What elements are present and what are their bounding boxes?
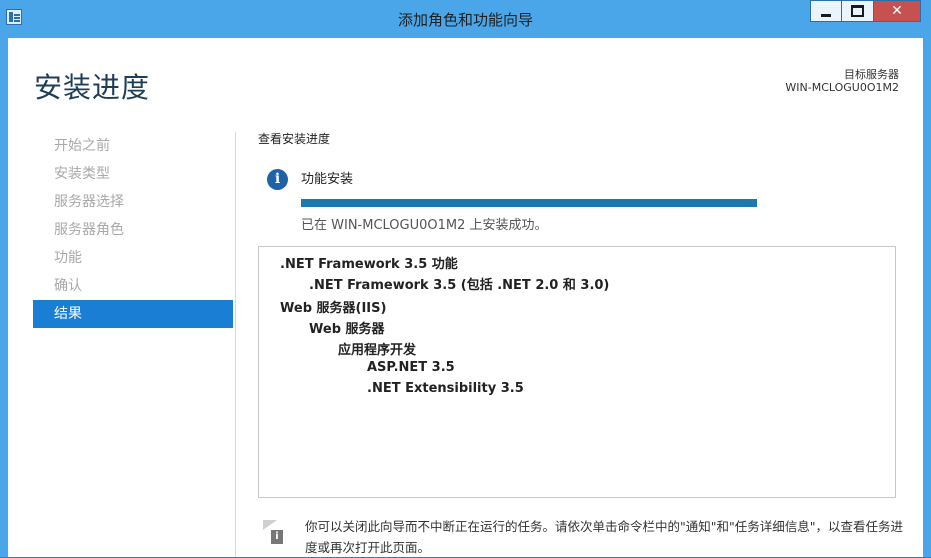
nav-item-installation-type[interactable]: 安装类型 <box>33 160 233 188</box>
nav-item-confirmation[interactable]: 确认 <box>33 272 233 300</box>
feature-installation-label: 功能安装 <box>301 172 354 187</box>
close-icon: ✕ <box>891 3 903 19</box>
minimize-icon <box>821 13 831 17</box>
note-flag-shape <box>263 520 277 530</box>
progress-fill <box>301 199 757 207</box>
list-item: Web 服务器 <box>309 322 385 337</box>
nav-item-server-roles[interactable]: 服务器角色 <box>33 216 233 244</box>
close-button[interactable]: ✕ <box>874 0 921 22</box>
title-bar[interactable]: 添加角色和功能向导 ✕ <box>0 0 931 38</box>
list-item: .NET Framework 3.5 功能 <box>280 257 458 272</box>
nav-item-results[interactable]: 结果 <box>33 300 233 328</box>
nav-item-features[interactable]: 功能 <box>33 244 233 272</box>
install-status-text: 已在 WIN-MCLOGU0O1M2 上安装成功。 <box>301 218 548 233</box>
minimize-button[interactable] <box>810 0 842 22</box>
info-icon: i <box>267 169 288 190</box>
page-title: 安装进度 <box>34 71 151 104</box>
wizard-nav: 开始之前 安装类型 服务器选择 服务器角色 功能 确认 结果 <box>33 132 233 328</box>
note-text: 你可以关闭此向导而不中断正在运行的任务。请依次单击命令栏中的"通知"和"任务详细… <box>305 519 904 555</box>
installation-progress-bar <box>301 199 757 207</box>
note-icon: i <box>263 520 285 544</box>
note-info-badge: i <box>271 530 283 544</box>
list-item: ASP.NET 3.5 <box>367 360 455 375</box>
installed-features-list[interactable]: .NET Framework 3.5 功能 .NET Framework 3.5… <box>258 246 896 498</box>
wizard-content: 安装进度 目标服务器 WIN-MCLOGU0O1M2 开始之前 安装类型 服务器… <box>8 38 923 557</box>
list-item: Web 服务器(IIS) <box>280 301 387 316</box>
nav-item-server-selection[interactable]: 服务器选择 <box>33 188 233 216</box>
wizard-window: 添加角色和功能向导 ✕ 安装进度 目标服务器 WIN-MCLOGU0O1M2 开… <box>0 0 931 557</box>
destination-server-label: 目标服务器 <box>844 68 899 81</box>
destination-server-value: WIN-MCLOGU0O1M2 <box>785 81 899 94</box>
maximize-icon <box>851 5 864 17</box>
list-item: .NET Framework 3.5 (包括 .NET 2.0 和 3.0) <box>309 278 610 293</box>
list-item: 应用程序开发 <box>338 343 417 358</box>
nav-divider <box>235 132 236 557</box>
nav-item-before-you-begin[interactable]: 开始之前 <box>33 132 233 160</box>
window-title: 添加角色和功能向导 <box>397 11 533 29</box>
maximize-button[interactable] <box>842 0 874 22</box>
list-item: .NET Extensibility 3.5 <box>367 381 524 396</box>
section-header: 查看安装进度 <box>258 132 331 146</box>
